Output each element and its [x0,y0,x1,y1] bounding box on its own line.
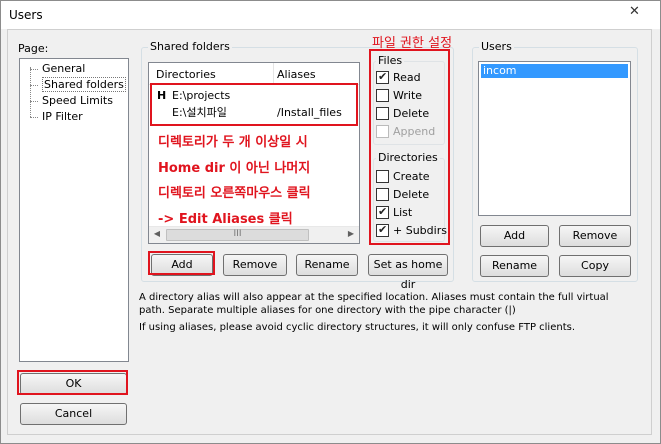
set-home-dir-button[interactable]: Set as home dir [368,254,448,291]
checkbox-unchecked-icon[interactable] [376,188,389,201]
horizontal-scrollbar[interactable]: ◀ III ▶ [149,226,359,243]
highlight-add-button [148,251,215,275]
checkbox-label: Delete [393,188,430,201]
column-separator[interactable] [273,63,274,85]
checkbox-label: List [393,206,413,219]
checkbox-unchecked-icon[interactable] [376,170,389,183]
highlight-directory-rows [150,83,358,126]
rename-directory-button[interactable]: Rename [296,254,358,276]
checkbox-label: + Subdirs [393,224,447,237]
page-label: Page: [18,42,49,55]
delete-dir-checkbox[interactable]: Delete [376,188,429,202]
shared-folders-title: Shared folders [148,40,232,53]
alias-description-line-3: If using aliases, please avoid cyclic di… [139,322,576,333]
tree-item-label: IP Filter [42,110,83,123]
checkbox-label: Write [393,89,423,102]
append-checkbox[interactable]: Append [376,125,435,139]
tree-item-speed-limits[interactable]: Speed Limits [26,94,113,108]
remove-directory-button[interactable]: Remove [223,254,287,276]
annotation-line-2: Home dir 이 아닌 나머지 [158,161,311,176]
close-button[interactable]: ✕ [613,2,656,22]
checkbox-label: Read [393,71,421,84]
scroll-thumb[interactable]: III [166,229,309,241]
tree-item-label: General [42,62,86,75]
scroll-left-icon[interactable]: ◀ [151,229,163,238]
tree-item-ip-filter[interactable]: IP Filter [26,110,83,124]
checkbox-checked-icon[interactable] [376,70,389,84]
tree-item-general[interactable]: General [26,62,85,76]
scroll-right-icon[interactable]: ▶ [345,229,357,238]
title-bar: Users ✕ [1,1,660,29]
checkbox-label: Append [393,125,436,138]
users-list[interactable]: incom [478,61,631,216]
users-title: Users [479,40,514,53]
column-aliases[interactable]: Aliases [277,68,316,81]
checkbox-unchecked-icon[interactable] [376,89,389,102]
tree-item-label: Shared folders [42,77,126,92]
listview-header: Directories Aliases [149,63,359,85]
read-checkbox[interactable]: Read [376,70,421,85]
delete-file-checkbox[interactable]: Delete [376,107,429,121]
alias-description-line-1: A directory alias will also appear at th… [139,292,609,303]
copy-user-button[interactable]: Copy [559,255,631,277]
highlight-ok-button [17,370,128,395]
annotation-line-4: -> Edit Aliases 클릭 [158,212,293,227]
checkbox-label: Delete [393,107,430,120]
cancel-button[interactable]: Cancel [20,403,127,425]
checkbox-disabled-icon[interactable] [376,125,389,138]
list-checkbox[interactable]: List [376,205,413,220]
page-tree: General Shared folders Speed Limits IP F… [19,58,129,362]
window-title: Users [9,8,43,22]
column-directories[interactable]: Directories [156,68,216,81]
files-title: Files [376,54,405,67]
directories-title: Directories [376,151,440,164]
checkbox-unchecked-icon[interactable] [376,107,389,120]
annotation-line-3: 디렉토리 오른쪽마우스 클릭 [158,186,311,201]
alias-description-line-2: path. Separate multiple aliases for one … [139,305,516,316]
checkbox-checked-icon[interactable] [376,223,389,237]
subdirs-checkbox[interactable]: + Subdirs [376,223,447,238]
rename-user-button[interactable]: Rename [480,255,549,277]
tree-item-shared-folders[interactable]: Shared folders [26,77,126,92]
annotation-line-1: 디렉토리가 두 개 이상일 시 [158,135,308,150]
write-checkbox[interactable]: Write [376,89,422,103]
remove-user-button[interactable]: Remove [559,225,631,247]
tree-item-label: Speed Limits [42,94,113,107]
add-user-button[interactable]: Add [480,225,549,247]
checkbox-label: Create [393,170,430,183]
create-checkbox[interactable]: Create [376,170,430,184]
user-item-incom[interactable]: incom [481,64,628,78]
checkbox-checked-icon[interactable] [376,205,389,219]
